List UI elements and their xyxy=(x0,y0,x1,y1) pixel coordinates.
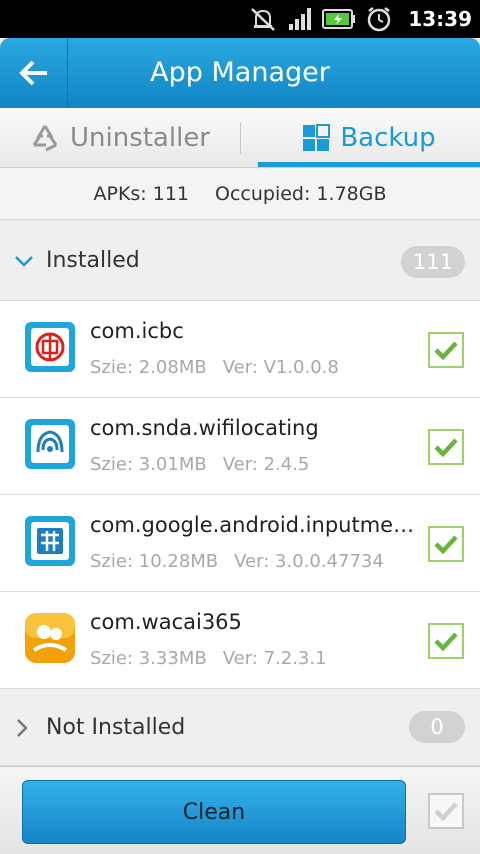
installed-label: Installed xyxy=(46,248,140,273)
app-meta: Szie: 3.33MB Ver: 7.2.3.1 xyxy=(90,648,415,669)
app-version: Ver: 3.0.0.47734 xyxy=(234,551,384,572)
list-item[interactable]: com.google.android.inputmethod.pinyin Sz… xyxy=(0,495,480,592)
not-installed-count-badge: 0 xyxy=(409,711,465,743)
signal-icon xyxy=(289,8,312,30)
tab-uninstaller-label: Uninstaller xyxy=(69,123,211,153)
app-name: com.icbc xyxy=(90,319,184,343)
status-icons: 13:39 xyxy=(248,0,472,38)
backup-grid-icon xyxy=(303,124,331,151)
icbc-app-icon xyxy=(25,322,75,372)
installed-count-badge: 111 xyxy=(400,246,465,278)
check-icon xyxy=(434,535,458,555)
list-item[interactable]: com.icbc Szie: 2.08MB Ver: V1.0.0.8 xyxy=(0,301,480,398)
recycle-icon xyxy=(32,125,58,152)
tab-backup[interactable]: Backup xyxy=(258,108,480,168)
app-name: com.google.android.inputmethod.pinyin xyxy=(90,513,415,537)
apk-count: APKs: 111 xyxy=(93,182,190,205)
wifi-locating-app-icon xyxy=(25,419,75,469)
back-button[interactable] xyxy=(0,38,68,108)
chevron-right-icon xyxy=(14,689,28,766)
alarm-icon xyxy=(368,7,391,32)
app-size: Szie: 2.08MB xyxy=(90,357,207,378)
not-installed-section-header[interactable]: Not Installed 0 xyxy=(0,689,480,766)
app-checkbox[interactable] xyxy=(428,429,464,465)
pinyin-input-app-icon xyxy=(25,516,75,566)
app-name: com.wacai365 xyxy=(90,610,242,634)
select-all-checkbox[interactable] xyxy=(428,793,464,829)
list-item[interactable]: com.wacai365 Szie: 3.33MB Ver: 7.2.3.1 xyxy=(0,592,480,689)
backup-summary: APKs: 111 Occupied: 1.78GB xyxy=(0,168,480,220)
battery-icon xyxy=(322,9,356,29)
app-meta: Szie: 2.08MB Ver: V1.0.0.8 xyxy=(90,357,415,378)
app-size: Szie: 3.01MB xyxy=(90,454,207,475)
clean-button[interactable]: Clean xyxy=(22,780,406,844)
check-icon xyxy=(434,632,458,652)
status-time: 13:39 xyxy=(408,7,472,31)
tab-active-indicator xyxy=(258,162,480,167)
app-size: Szie: 10.28MB xyxy=(90,551,219,572)
back-arrow-icon xyxy=(18,60,47,86)
app-meta: Szie: 3.01MB Ver: 2.4.5 xyxy=(90,454,415,475)
wacai-app-icon xyxy=(25,613,75,663)
silent-icon xyxy=(251,8,276,31)
app-meta: Szie: 10.28MB Ver: 3.0.0.47734 xyxy=(90,551,415,572)
app-version: Ver: 7.2.3.1 xyxy=(222,648,327,669)
installed-section-header[interactable]: Installed 111 xyxy=(0,221,480,301)
list-item[interactable]: com.snda.wifilocating Szie: 3.01MB Ver: 2… xyxy=(0,398,480,495)
app-name: com.snda.wifilocating xyxy=(90,416,319,440)
tab-backup-label: Backup xyxy=(340,123,436,153)
status-bar: 13:39 xyxy=(0,0,480,38)
app-size: Szie: 3.33MB xyxy=(90,648,207,669)
not-installed-label: Not Installed xyxy=(46,715,186,740)
app-header: App Manager xyxy=(0,38,480,108)
chevron-down-icon xyxy=(14,221,34,301)
bottom-action-bar: Clean xyxy=(0,766,480,854)
check-icon xyxy=(434,802,458,822)
app-checkbox[interactable] xyxy=(428,623,464,659)
app-checkbox[interactable] xyxy=(428,332,464,368)
page-title: App Manager xyxy=(150,57,330,88)
occupied-size: Occupied: 1.78GB xyxy=(215,182,387,205)
app-version: Ver: V1.0.0.8 xyxy=(222,357,339,378)
tab-bar: Uninstaller Backup xyxy=(0,108,480,168)
app-checkbox[interactable] xyxy=(428,526,464,562)
check-icon xyxy=(434,438,458,458)
tab-uninstaller[interactable]: Uninstaller xyxy=(0,108,240,168)
app-version: Ver: 2.4.5 xyxy=(222,454,310,475)
tab-divider xyxy=(240,122,241,154)
check-icon xyxy=(434,341,458,361)
